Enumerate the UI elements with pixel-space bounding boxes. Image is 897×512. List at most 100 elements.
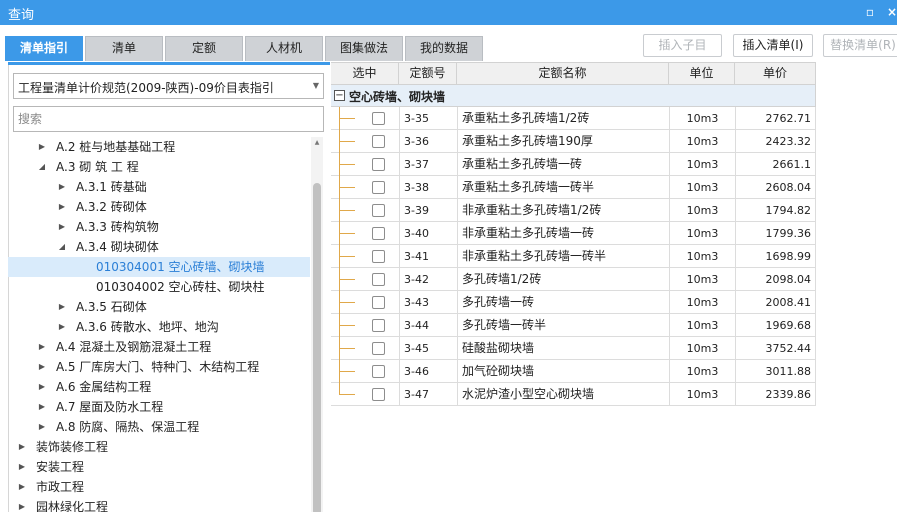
tree-node[interactable]: ▶ A.7 屋面及防水工程 bbox=[8, 397, 310, 417]
tree-node[interactable]: ▶ 市政工程 bbox=[8, 477, 310, 497]
table-row[interactable]: 3-36 承重粘土多孔砖墙190厚 10m3 2423.32 bbox=[331, 130, 816, 153]
tree-node[interactable]: ▶ A.6 金属结构工程 bbox=[8, 377, 310, 397]
tab-quota[interactable]: 定额 bbox=[165, 36, 243, 61]
code-cell: 3-39 bbox=[399, 199, 457, 222]
tree-node[interactable]: ▶ A.3.6 砖散水、地坪、地沟 bbox=[8, 317, 310, 337]
table-row[interactable]: 3-46 加气砼砌块墙 10m3 3011.88 bbox=[331, 360, 816, 383]
tree-node[interactable]: ◢ A.3.4 砌块砌体 bbox=[8, 237, 310, 257]
tree-node-label: 园林绿化工程 bbox=[36, 500, 109, 512]
tree-node-label: A.3.1 砖基础 bbox=[76, 180, 147, 194]
price-cell: 1794.82 bbox=[735, 199, 816, 222]
select-checkbox[interactable] bbox=[372, 181, 385, 194]
tree-node[interactable]: ▶ 安装工程 bbox=[8, 457, 310, 477]
select-checkbox[interactable] bbox=[372, 319, 385, 332]
collapsed-arrow-icon[interactable]: ▶ bbox=[36, 337, 48, 357]
table-row[interactable]: 3-44 多孔砖墙一砖半 10m3 1969.68 bbox=[331, 314, 816, 337]
collapsed-arrow-icon[interactable]: ▶ bbox=[56, 177, 68, 197]
search-input[interactable] bbox=[13, 106, 324, 132]
unit-cell: 10m3 bbox=[669, 153, 735, 176]
select-checkbox[interactable] bbox=[372, 365, 385, 378]
group-row[interactable]: − 空心砖墙、砌块墙 bbox=[331, 85, 816, 107]
table-row[interactable]: 3-47 水泥炉渣小型空心砌块墙 10m3 2339.86 bbox=[331, 383, 816, 406]
insert-child-button[interactable]: 插入子目 bbox=[643, 34, 722, 57]
select-checkbox[interactable] bbox=[372, 388, 385, 401]
select-checkbox[interactable] bbox=[372, 112, 385, 125]
tab-labor-material-machine[interactable]: 人材机 bbox=[245, 36, 323, 61]
unit-cell: 10m3 bbox=[669, 245, 735, 268]
tree-node[interactable]: 010304001 空心砖墙、砌块墙 bbox=[8, 257, 310, 277]
collapsed-arrow-icon[interactable]: ▶ bbox=[36, 397, 48, 417]
expanded-arrow-icon[interactable]: ◢ bbox=[36, 157, 48, 177]
table-row[interactable]: 3-39 非承重粘土多孔砖墙1/2砖 10m3 1794.82 bbox=[331, 199, 816, 222]
expanded-arrow-icon[interactable]: ◢ bbox=[56, 237, 68, 257]
collapsed-arrow-icon[interactable]: ▶ bbox=[16, 497, 28, 512]
collapsed-arrow-icon[interactable]: ▶ bbox=[56, 217, 68, 237]
collapsed-arrow-icon[interactable]: ▶ bbox=[16, 437, 28, 457]
maximize-icon[interactable]: ▫ bbox=[862, 3, 878, 21]
tree-node[interactable]: ▶ A.3.3 砖构筑物 bbox=[8, 217, 310, 237]
collapsed-arrow-icon[interactable]: ▶ bbox=[36, 357, 48, 377]
tree-node[interactable]: ▶ A.5 厂库房大门、特种门、木结构工程 bbox=[8, 357, 310, 377]
collapsed-arrow-icon[interactable]: ▶ bbox=[56, 297, 68, 317]
code-cell: 3-36 bbox=[399, 130, 457, 153]
tree-node[interactable]: ▶ 装饰装修工程 bbox=[8, 437, 310, 457]
table-row[interactable]: 3-42 多孔砖墙1/2砖 10m3 2098.04 bbox=[331, 268, 816, 291]
group-label: 空心砖墙、砌块墙 bbox=[349, 90, 446, 104]
tree-node-label: A.3.3 砖构筑物 bbox=[76, 220, 159, 234]
scroll-up-icon[interactable]: ▲ bbox=[311, 137, 323, 149]
code-cell: 3-47 bbox=[399, 383, 457, 406]
close-icon[interactable]: × bbox=[884, 3, 897, 21]
replace-list-button[interactable]: 替换清单(R) bbox=[823, 34, 897, 57]
tree-node[interactable]: ▶ A.3.2 砖砌体 bbox=[8, 197, 310, 217]
tab-list-guide[interactable]: 清单指引 bbox=[5, 36, 83, 61]
insert-list-button[interactable]: 插入清单(I) bbox=[733, 34, 813, 57]
tree-node[interactable]: ▶ A.8 防腐、隔热、保温工程 bbox=[8, 417, 310, 437]
select-checkbox[interactable] bbox=[372, 227, 385, 240]
tree-node[interactable]: ▶ A.3.1 砖基础 bbox=[8, 177, 310, 197]
select-checkbox[interactable] bbox=[372, 342, 385, 355]
tree-node[interactable]: ▶ 园林绿化工程 bbox=[8, 497, 310, 512]
scrollbar-thumb[interactable] bbox=[313, 183, 321, 512]
table-row[interactable]: 3-37 承重粘土多孔砖墙一砖 10m3 2661.1 bbox=[331, 153, 816, 176]
select-checkbox[interactable] bbox=[372, 250, 385, 263]
spec-select[interactable]: 工程量清单计价规范(2009-陕西)-09价目表指引 ▼ bbox=[13, 73, 324, 99]
select-checkbox[interactable] bbox=[372, 273, 385, 286]
tree-node-label: A.3.6 砖散水、地坪、地沟 bbox=[76, 320, 219, 334]
collapse-icon[interactable]: − bbox=[334, 90, 345, 101]
tree-node-label: A.3.5 石砌体 bbox=[76, 300, 147, 314]
table-row[interactable]: 3-35 承重粘土多孔砖墙1/2砖 10m3 2762.71 bbox=[331, 107, 816, 130]
collapsed-arrow-icon[interactable]: ▶ bbox=[36, 137, 48, 157]
tab-atlas-method[interactable]: 图集做法 bbox=[325, 36, 403, 61]
code-cell: 3-43 bbox=[399, 291, 457, 314]
table-row[interactable]: 3-40 非承重粘土多孔砖墙一砖 10m3 1799.36 bbox=[331, 222, 816, 245]
tree-node[interactable]: 010304002 空心砖柱、砌块柱 bbox=[8, 277, 310, 297]
tree-node-label: A.6 金属结构工程 bbox=[56, 380, 152, 394]
tree-node[interactable]: ▶ A.3.5 石砌体 bbox=[8, 297, 310, 317]
table-row[interactable]: 3-38 承重粘土多孔砖墙一砖半 10m3 2608.04 bbox=[331, 176, 816, 199]
collapsed-arrow-icon[interactable]: ▶ bbox=[36, 377, 48, 397]
price-cell: 2339.86 bbox=[735, 383, 816, 406]
tree-node-label: A.3 砌 筑 工 程 bbox=[56, 160, 139, 174]
tree-node[interactable]: ▶ A.2 桩与地基基础工程 bbox=[8, 137, 310, 157]
name-cell: 水泥炉渣小型空心砌块墙 bbox=[457, 383, 669, 406]
collapsed-arrow-icon[interactable]: ▶ bbox=[16, 457, 28, 477]
collapsed-arrow-icon[interactable]: ▶ bbox=[16, 477, 28, 497]
table-row[interactable]: 3-45 硅酸盐砌块墙 10m3 3752.44 bbox=[331, 337, 816, 360]
table-row[interactable]: 3-43 多孔砖墙一砖 10m3 2008.41 bbox=[331, 291, 816, 314]
collapsed-arrow-icon[interactable]: ▶ bbox=[56, 197, 68, 217]
tree-node[interactable]: ◢ A.3 砌 筑 工 程 bbox=[8, 157, 310, 177]
select-checkbox[interactable] bbox=[372, 204, 385, 217]
select-checkbox[interactable] bbox=[372, 135, 385, 148]
tree-scrollbar[interactable]: ▲ bbox=[311, 137, 323, 512]
select-checkbox[interactable] bbox=[372, 296, 385, 309]
tree-node[interactable]: ▶ A.4 混凝土及钢筋混凝土工程 bbox=[8, 337, 310, 357]
tab-my-data[interactable]: 我的数据 bbox=[405, 36, 483, 61]
table-row[interactable]: 3-41 非承重粘土多孔砖墙一砖半 10m3 1698.99 bbox=[331, 245, 816, 268]
price-cell: 3752.44 bbox=[735, 337, 816, 360]
collapsed-arrow-icon[interactable]: ▶ bbox=[36, 417, 48, 437]
tab-list[interactable]: 清单 bbox=[85, 36, 163, 61]
select-checkbox[interactable] bbox=[372, 158, 385, 171]
tree-node-label: 装饰装修工程 bbox=[36, 440, 109, 454]
collapsed-arrow-icon[interactable]: ▶ bbox=[56, 317, 68, 337]
name-cell: 非承重粘土多孔砖墙1/2砖 bbox=[457, 199, 669, 222]
